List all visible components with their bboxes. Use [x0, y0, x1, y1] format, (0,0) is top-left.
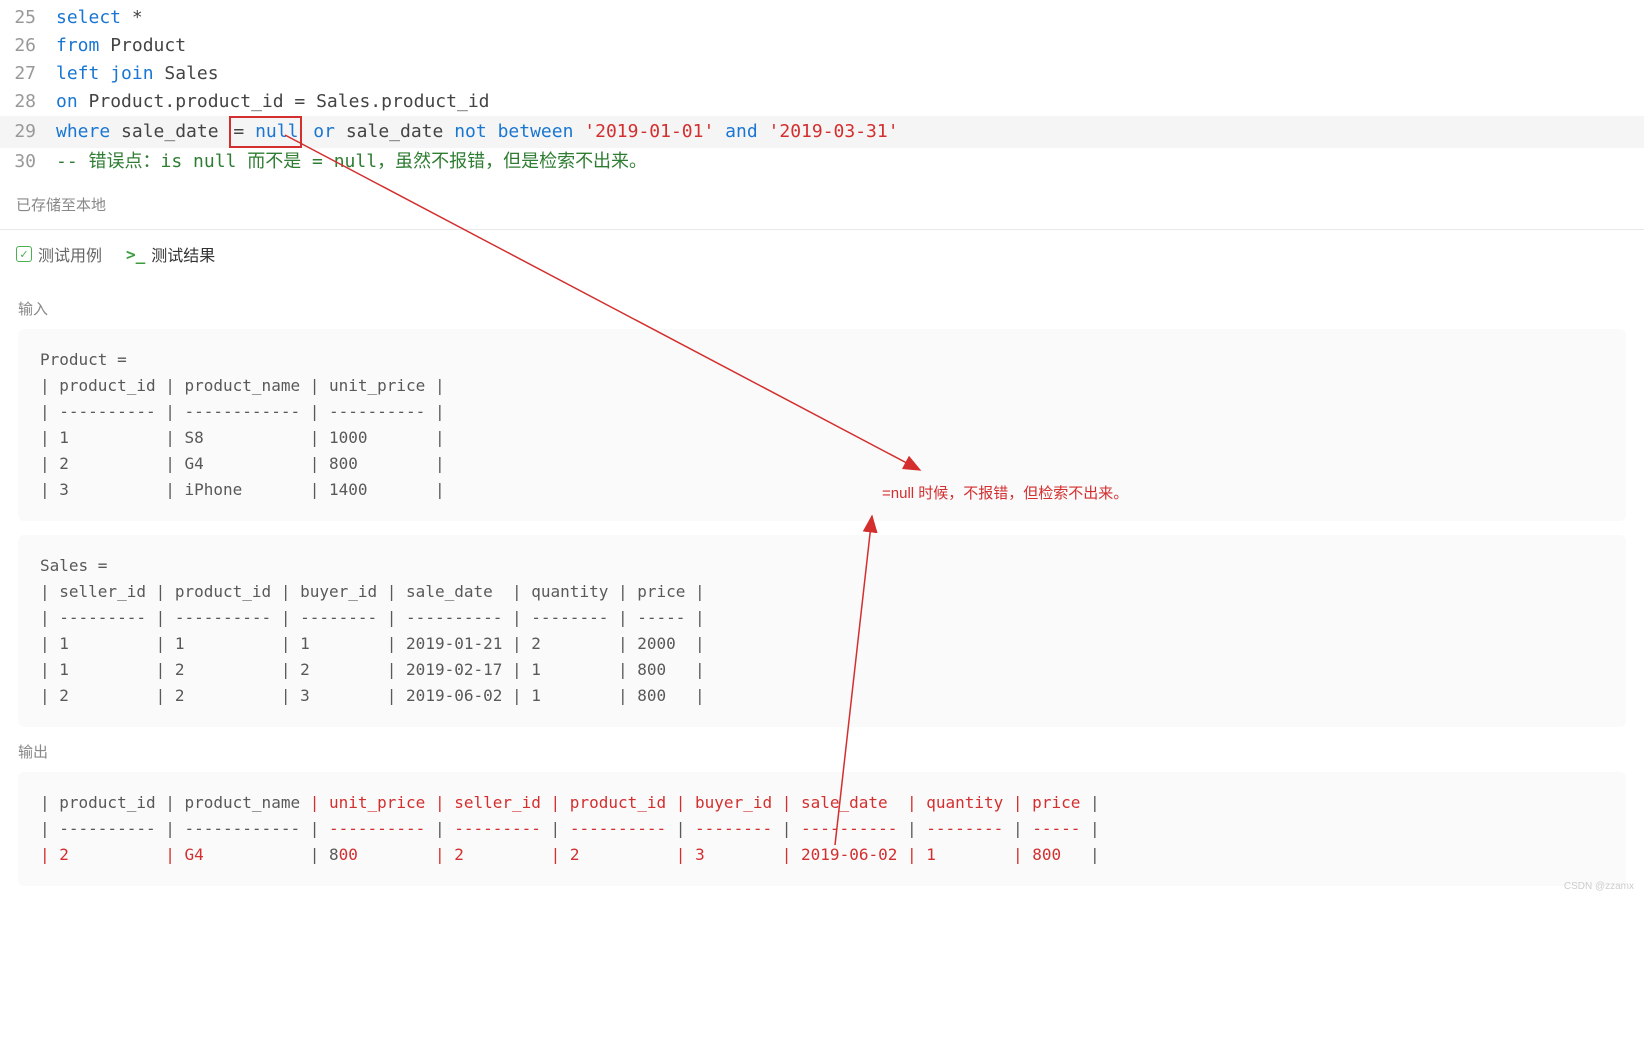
input-block-product[interactable]: Product = | product_id | product_name | …	[18, 329, 1626, 521]
code-line[interactable]: 29where sale_date = null or sale_date no…	[0, 116, 1644, 148]
input-block-sales[interactable]: Sales = | seller_id | product_id | buyer…	[18, 535, 1626, 727]
line-number: 28	[8, 88, 56, 116]
tab-result[interactable]: >_ 测试结果	[126, 242, 215, 266]
code-line[interactable]: 27left join Sales	[0, 60, 1644, 88]
error-highlight-box: = null	[229, 116, 302, 148]
line-number: 30	[8, 148, 56, 176]
results-area: 输入 Product = | product_id | product_name…	[0, 278, 1644, 896]
line-number: 25	[8, 4, 56, 32]
line-number: 27	[8, 60, 56, 88]
code-line[interactable]: 30-- 错误点：is null 而不是 = null，虽然不报错，但是检索不出…	[0, 148, 1644, 176]
code-content: select *	[56, 4, 143, 32]
output-block[interactable]: | product_id | product_name | unit_price…	[18, 772, 1626, 886]
code-content: where sale_date = null or sale_date not …	[56, 116, 899, 148]
annotation-text: =null 时候，不报错，但检索不出来。	[882, 482, 1128, 503]
status-bar: 已存储至本地	[0, 180, 1644, 230]
code-editor[interactable]: 25select *26from Product27left join Sale…	[0, 0, 1644, 180]
code-content: on Product.product_id = Sales.product_id	[56, 88, 490, 116]
console-icon: >_	[126, 245, 145, 264]
check-icon: ✓	[16, 246, 32, 262]
code-content: left join Sales	[56, 60, 219, 88]
tab-result-label: 测试结果	[151, 242, 215, 266]
tab-testcase-label: 测试用例	[38, 242, 102, 266]
tab-bar: ✓ 测试用例 >_ 测试结果	[0, 230, 1644, 278]
code-content: -- 错误点：is null 而不是 = null，虽然不报错，但是检索不出来。	[56, 148, 647, 176]
code-line[interactable]: 25select *	[0, 4, 1644, 32]
code-line[interactable]: 26from Product	[0, 32, 1644, 60]
tab-testcase[interactable]: ✓ 测试用例	[16, 242, 102, 266]
watermark: CSDN @zzamx	[1564, 881, 1634, 892]
input-label: 输入	[18, 298, 1626, 319]
output-label: 输出	[18, 741, 1626, 762]
code-content: from Product	[56, 32, 186, 60]
line-number: 26	[8, 32, 56, 60]
code-line[interactable]: 28on Product.product_id = Sales.product_…	[0, 88, 1644, 116]
line-number: 29	[8, 118, 56, 146]
